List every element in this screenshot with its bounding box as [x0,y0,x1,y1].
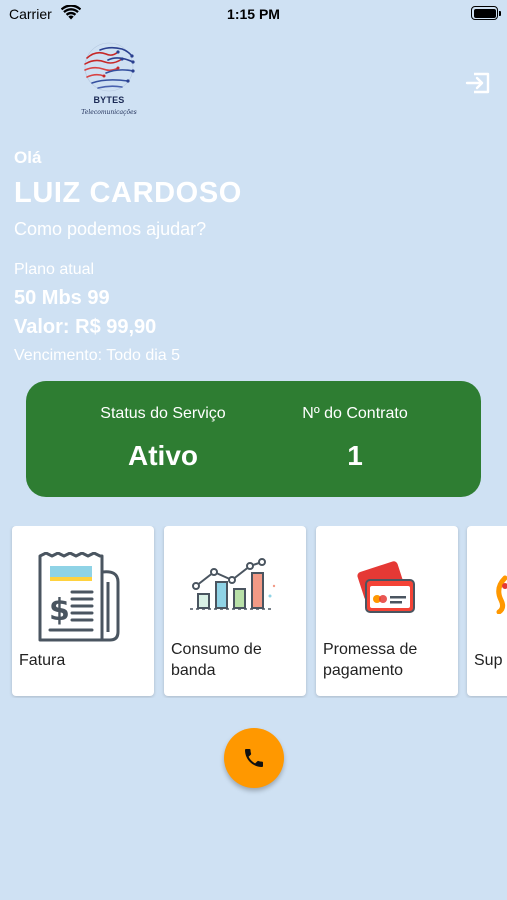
bytes-logo: BYTES Telecomunicações [78,40,140,124]
svg-text:$: $ [49,593,70,628]
card-consumo-banda-label-line2: banda [171,662,216,679]
card-promessa-pagamento-label-line1: Promessa de [323,641,418,658]
greeting-hello: Olá [14,148,42,167]
card-consumo-banda-label-line1: Consumo de [171,641,262,658]
help-prompt: Como podemos ajudar? [14,219,207,239]
card-consumo-banda[interactable]: Consumo de banda [164,526,306,696]
globe-logo-icon [84,42,135,92]
plan-due-date: Vencimento: Todo dia 5 [14,347,181,364]
card-suporte-label: Sup [474,652,503,669]
logo-name: BYTES [93,95,125,105]
card-fatura-label: Fatura [19,652,66,669]
card-consumo-banda-label: Consumo de banda [171,639,262,681]
call-button[interactable] [224,728,284,788]
logout-button[interactable] [465,71,491,95]
battery-icon [471,6,501,20]
card-fatura[interactable]: $ Fatura [12,526,154,696]
contract-number-label: Nº do Contrato [302,405,408,422]
card-promessa-pagamento[interactable]: Promessa de pagamento [316,526,458,696]
logout-icon [465,72,490,94]
service-status: Status do Serviço Ativo [63,381,263,472]
action-cards-row[interactable]: $ Fatura Consumo de banda Promessa de pa… [0,526,507,698]
service-status-card: Status do Serviço Ativo Nº do Contrato 1 [26,381,481,497]
service-status-value: Ativo [128,440,198,471]
invoice-icon: $ [38,552,120,642]
user-name: LUIZ CARDOSO [14,177,242,209]
logo-subtitle: Telecomunicações [81,109,137,116]
plan-value: Valor: R$ 99,90 [14,316,157,338]
card-suporte[interactable]: Sup [467,526,507,696]
bandwidth-chart-icon [190,558,276,610]
plan-label: Plano atual [14,261,95,278]
status-bar: Carrier 1:15 PM [0,0,507,30]
card-promessa-pagamento-label: Promessa de pagamento [323,639,417,681]
service-status-label: Status do Serviço [100,405,226,422]
contract-number-value: 1 [347,440,363,471]
clock: 1:15 PM [227,6,280,22]
plan-name: 50 Mbs 99 [14,287,110,309]
contract-number: Nº do Contrato 1 [255,381,455,472]
phone-icon [245,749,263,767]
card-promessa-pagamento-label-line2: pagamento [323,662,404,679]
support-icon [496,575,507,614]
credit-card-icon [357,561,415,613]
